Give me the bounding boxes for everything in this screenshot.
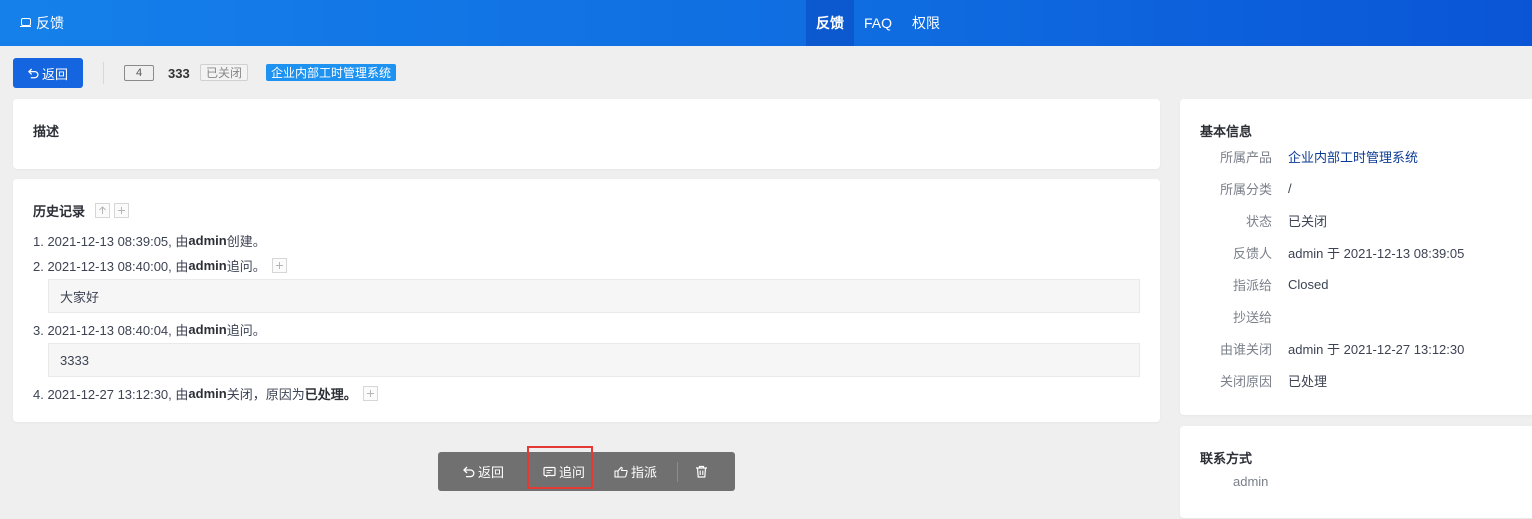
- delete-button[interactable]: [695, 452, 711, 491]
- action-divider: [677, 462, 678, 482]
- history-title: 历史记录: [33, 204, 86, 219]
- hand-point-icon: [614, 466, 628, 478]
- info-value: Closed: [1288, 276, 1329, 292]
- top-navbar: 反馈 反馈 FAQ 权限: [0, 0, 1532, 46]
- info-row-assigned: 指派给 Closed: [1180, 274, 1530, 294]
- info-key: 指派给: [1232, 277, 1272, 293]
- contact-card: 联系方式 admin: [1180, 426, 1532, 518]
- info-key: 抄送给: [1232, 309, 1272, 325]
- info-key: 反馈人: [1232, 245, 1272, 261]
- main-menu: 反馈 FAQ 权限: [806, 0, 950, 46]
- feedback-title: 333: [168, 66, 190, 81]
- assign-label: 指派: [631, 465, 658, 480]
- expand-icon[interactable]: [362, 386, 378, 401]
- info-value: /: [1288, 180, 1292, 196]
- back-button-label: 返回: [41, 66, 68, 82]
- close-reason: 已处理。: [304, 387, 357, 402]
- assign-button[interactable]: 指派: [614, 452, 657, 491]
- history-entry: 3. 2021-12-13 08:40:04, 由 admin 追问。: [33, 322, 266, 338]
- history-user: admin: [188, 322, 227, 337]
- undo-icon: [27, 67, 39, 79]
- trash-icon: [696, 465, 707, 478]
- action-back-label: 返回: [478, 465, 505, 480]
- app-name: 反馈: [36, 15, 64, 31]
- description-card: 描述: [13, 99, 1160, 169]
- info-value: 已处理: [1288, 373, 1328, 389]
- nav-item-faq[interactable]: FAQ: [854, 0, 902, 46]
- history-comment: 大家好: [48, 279, 1140, 313]
- info-row-cc: 抄送给: [1180, 306, 1530, 326]
- contact-value: admin: [1233, 474, 1269, 489]
- undo-icon: [463, 466, 475, 477]
- info-row-closed-by: 由谁关闭 admin 于 2021-12-27 13:12:30: [1180, 338, 1530, 358]
- toolbar-divider: [103, 62, 104, 84]
- info-row-status: 状态 已关闭: [1180, 210, 1530, 230]
- contact-title: 联系方式: [1200, 451, 1253, 466]
- feedback-app-icon: [20, 17, 32, 29]
- description-title: 描述: [33, 124, 60, 139]
- history-header: 历史记录: [33, 201, 130, 220]
- history-entry: 4. 2021-12-27 13:12:30, 由 admin 关闭，原因为 已…: [33, 384, 378, 403]
- info-value: admin 于 2021-12-27 13:12:30: [1288, 341, 1465, 357]
- product-link[interactable]: 企业内部工时管理系统: [1288, 147, 1418, 166]
- info-value: 已关闭: [1288, 213, 1328, 229]
- history-card: 历史记录 1. 2021-12-13 08:39:05, 由 admin 创建。…: [13, 179, 1160, 422]
- action-back-button[interactable]: 返回: [463, 452, 504, 491]
- history-user: admin: [188, 233, 227, 248]
- app-title[interactable]: 反馈: [20, 0, 64, 46]
- history-comment: 3333: [48, 343, 1140, 377]
- nav-item-feedback[interactable]: 反馈: [806, 0, 854, 46]
- info-value: admin 于 2021-12-13 08:39:05: [1288, 245, 1465, 261]
- history-entry: 1. 2021-12-13 08:39:05, 由 admin 创建。: [33, 233, 266, 249]
- feedback-id-badge: 4: [124, 65, 154, 81]
- info-key: 所属分类: [1219, 181, 1272, 197]
- nav-item-permissions[interactable]: 权限: [902, 0, 950, 46]
- history-user: admin: [188, 386, 227, 401]
- basic-info-card: 基本信息 所属产品 企业内部工时管理系统 所属分类 / 状态 已关闭 反馈人 a…: [1180, 99, 1532, 415]
- info-key: 所属产品: [1219, 149, 1272, 165]
- basic-info-title: 基本信息: [1200, 124, 1253, 139]
- history-entry: 2. 2021-12-13 08:40:00, 由 admin 追问。: [33, 256, 287, 275]
- back-button[interactable]: 返回: [13, 58, 83, 88]
- sort-up-icon[interactable]: [95, 203, 111, 218]
- expand-all-icon[interactable]: [114, 203, 130, 218]
- info-key: 由谁关闭: [1219, 341, 1272, 357]
- status-badge: 已关闭: [200, 64, 249, 81]
- history-user: admin: [188, 258, 227, 273]
- info-key: 关闭原因: [1219, 373, 1272, 389]
- highlight-box: [527, 446, 593, 489]
- info-row-category: 所属分类 /: [1180, 178, 1530, 198]
- expand-icon[interactable]: [271, 258, 287, 273]
- product-badge: 企业内部工时管理系统: [266, 64, 397, 81]
- info-row-product: 所属产品 企业内部工时管理系统: [1180, 146, 1530, 166]
- info-row-close-reason: 关闭原因 已处理: [1180, 370, 1530, 390]
- info-key: 状态: [1245, 213, 1272, 229]
- info-row-reporter: 反馈人 admin 于 2021-12-13 08:39:05: [1180, 242, 1530, 262]
